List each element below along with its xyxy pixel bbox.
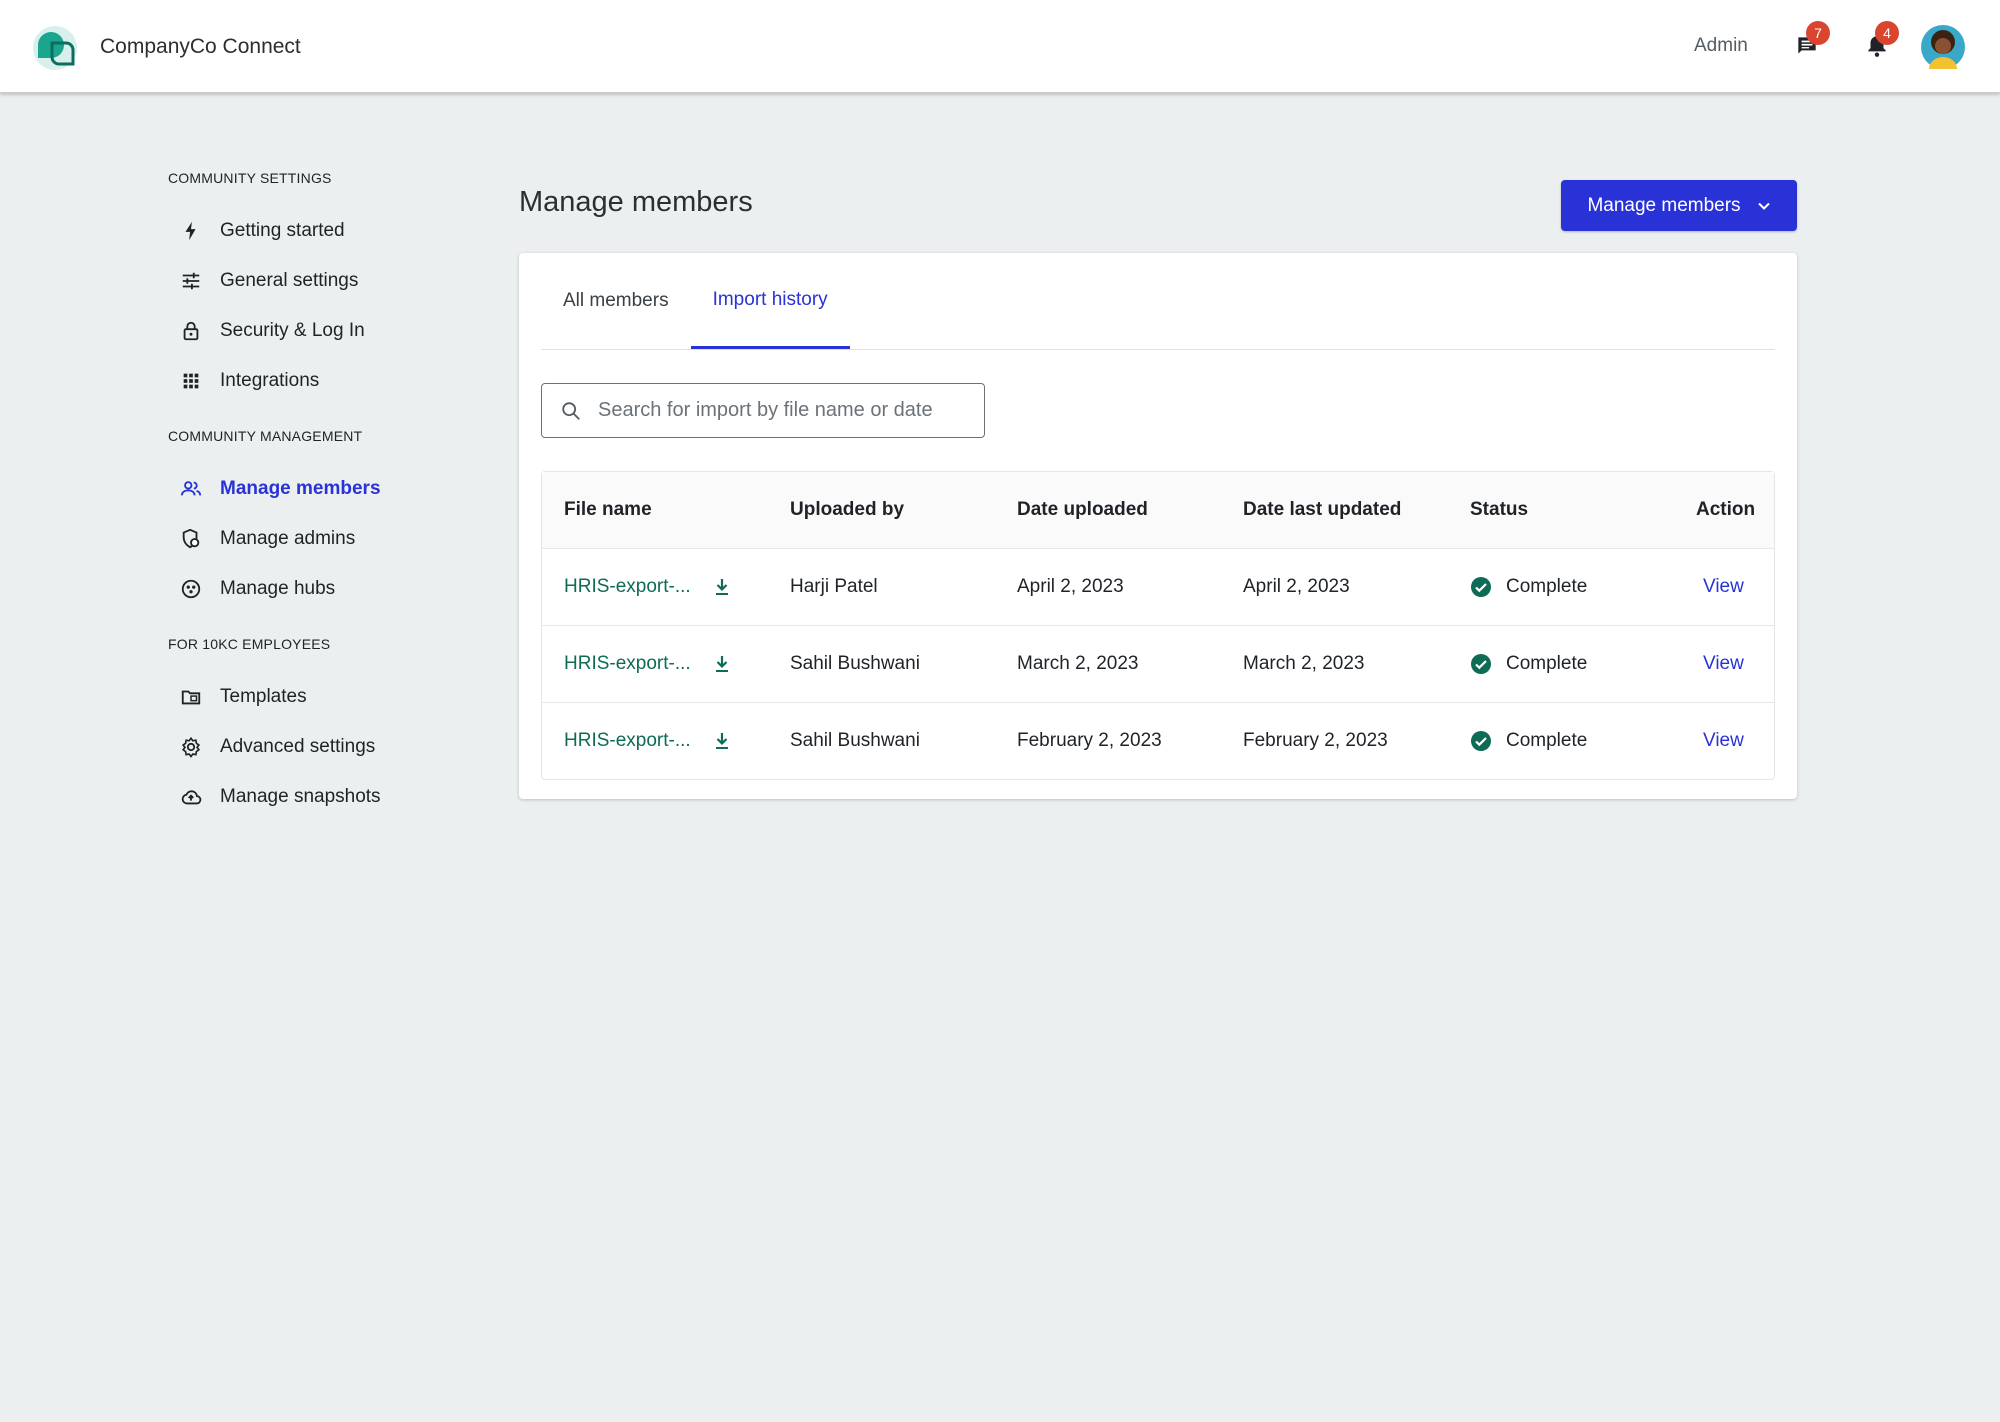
import-history-table: File name Uploaded by Date uploaded Date… xyxy=(541,471,1775,780)
hub-icon xyxy=(180,578,202,600)
file-name-link[interactable]: HRIS-export-... xyxy=(564,730,714,752)
sidebar-group-10kc-employees: FOR 10KC EMPLOYEES Templates Advanced se… xyxy=(168,636,468,822)
search-icon xyxy=(560,400,582,422)
status-cell: Complete xyxy=(1448,730,1674,752)
column-header-date-last-updated[interactable]: Date last updated xyxy=(1221,499,1448,521)
table-row: HRIS-export-... Sahil Bushwani March 2, … xyxy=(542,625,1774,702)
sidebar-item-manage-members[interactable]: Manage members xyxy=(168,464,468,514)
members-card: All members Import history File name Upl… xyxy=(519,253,1797,799)
download-icon[interactable] xyxy=(712,577,732,597)
sidebar-item-label: Manage members xyxy=(220,478,381,499)
lock-icon xyxy=(180,320,202,342)
view-link[interactable]: View xyxy=(1674,576,1774,598)
check-circle-icon xyxy=(1470,576,1492,598)
sidebar-item-label: Security & Log In xyxy=(220,320,365,341)
table-header-row: File name Uploaded by Date uploaded Date… xyxy=(542,472,1774,548)
sidebar-heading: COMMUNITY SETTINGS xyxy=(168,170,332,186)
date-updated-cell: March 2, 2023 xyxy=(1243,653,1365,674)
avatar[interactable] xyxy=(1921,25,1965,69)
brand-logo-icon[interactable] xyxy=(32,25,78,71)
column-header-date-uploaded[interactable]: Date uploaded xyxy=(995,499,1221,521)
view-link[interactable]: View xyxy=(1674,653,1774,675)
sidebar-item-advanced-settings[interactable]: Advanced settings xyxy=(168,722,468,772)
column-header-status[interactable]: Status xyxy=(1448,499,1674,521)
status-cell: Complete xyxy=(1448,653,1674,675)
date-uploaded-cell: March 2, 2023 xyxy=(1017,653,1139,674)
sidebar-item-label: Getting started xyxy=(220,220,345,241)
check-circle-icon xyxy=(1470,653,1492,675)
bolt-icon xyxy=(180,220,202,242)
search-input[interactable] xyxy=(596,398,960,423)
button-label: Manage members xyxy=(1587,194,1741,216)
page-title: Manage members xyxy=(519,186,753,218)
view-link[interactable]: View xyxy=(1674,730,1774,752)
gear-icon xyxy=(180,736,202,758)
uploaded-by-cell: Sahil Bushwani xyxy=(790,653,920,674)
admin-shield-icon xyxy=(180,528,202,550)
tab-import-history[interactable]: Import history xyxy=(690,253,850,349)
uploaded-by-cell: Sahil Bushwani xyxy=(790,730,920,751)
manage-members-dropdown-button[interactable]: Manage members xyxy=(1561,180,1797,231)
sidebar-item-label: Manage hubs xyxy=(220,578,336,599)
notifications-count-badge: 4 xyxy=(1875,21,1899,45)
status-cell: Complete xyxy=(1448,576,1674,598)
file-name-link[interactable]: HRIS-export-... xyxy=(564,653,714,675)
settings-sidebar: COMMUNITY SETTINGS Getting started Gener… xyxy=(168,170,468,844)
sidebar-item-general-settings[interactable]: General settings xyxy=(168,256,468,306)
sidebar-heading: COMMUNITY MANAGEMENT xyxy=(168,428,363,444)
status-text: Complete xyxy=(1506,730,1588,751)
cloud-upload-icon xyxy=(180,786,202,808)
admin-link[interactable]: Admin xyxy=(1694,35,1748,57)
messages-count-badge: 7 xyxy=(1806,21,1830,45)
file-cell: HRIS-export-... xyxy=(542,576,768,598)
sidebar-item-integrations[interactable]: Integrations xyxy=(168,356,468,406)
column-header-file-name[interactable]: File name xyxy=(542,499,768,521)
grid-icon xyxy=(180,370,202,392)
sidebar-item-label: Templates xyxy=(220,686,307,707)
check-circle-icon xyxy=(1470,730,1492,752)
tab-all-members[interactable]: All members xyxy=(541,253,691,349)
file-name-link[interactable]: HRIS-export-... xyxy=(564,576,714,598)
date-uploaded-cell: April 2, 2023 xyxy=(1017,576,1124,597)
people-icon xyxy=(180,478,202,500)
status-text: Complete xyxy=(1506,653,1588,674)
chevron-down-icon xyxy=(1757,199,1771,213)
sidebar-group-community-settings: COMMUNITY SETTINGS Getting started Gener… xyxy=(168,170,468,406)
column-header-uploaded-by[interactable]: Uploaded by xyxy=(768,499,995,521)
status-text: Complete xyxy=(1506,576,1588,597)
table-row: HRIS-export-... Harji Patel April 2, 202… xyxy=(542,548,1774,625)
sidebar-item-label: Manage snapshots xyxy=(220,786,381,807)
search-box[interactable] xyxy=(541,383,985,438)
column-header-action: Action xyxy=(1696,499,1756,520)
sidebar-heading: FOR 10KC EMPLOYEES xyxy=(168,636,331,652)
sidebar-item-manage-snapshots[interactable]: Manage snapshots xyxy=(168,772,468,822)
table-row: HRIS-export-... Sahil Bushwani February … xyxy=(542,702,1774,779)
sidebar-item-getting-started[interactable]: Getting started xyxy=(168,206,468,256)
sliders-icon xyxy=(180,270,202,292)
file-cell: HRIS-export-... xyxy=(542,730,768,752)
file-cell: HRIS-export-... xyxy=(542,653,768,675)
top-bar: CompanyCo Connect Admin 7 4 xyxy=(0,0,2000,93)
sidebar-item-security[interactable]: Security & Log In xyxy=(168,306,468,356)
download-icon[interactable] xyxy=(712,731,732,751)
sidebar-item-label: Manage admins xyxy=(220,528,356,549)
sidebar-item-label: General settings xyxy=(220,270,359,291)
sidebar-item-label: Advanced settings xyxy=(220,736,376,757)
date-updated-cell: February 2, 2023 xyxy=(1243,730,1388,751)
uploaded-by-cell: Harji Patel xyxy=(790,576,878,597)
sidebar-item-label: Integrations xyxy=(220,370,320,391)
date-updated-cell: April 2, 2023 xyxy=(1243,576,1350,597)
sidebar-item-manage-hubs[interactable]: Manage hubs xyxy=(168,564,468,614)
date-uploaded-cell: February 2, 2023 xyxy=(1017,730,1162,751)
download-icon[interactable] xyxy=(712,654,732,674)
app-name[interactable]: CompanyCo Connect xyxy=(100,35,301,59)
folder-icon xyxy=(180,686,202,708)
sidebar-item-manage-admins[interactable]: Manage admins xyxy=(168,514,468,564)
sidebar-item-templates[interactable]: Templates xyxy=(168,672,468,722)
sidebar-group-community-management: COMMUNITY MANAGEMENT Manage members Mana… xyxy=(168,428,468,614)
tab-bar: All members Import history xyxy=(541,253,1775,350)
